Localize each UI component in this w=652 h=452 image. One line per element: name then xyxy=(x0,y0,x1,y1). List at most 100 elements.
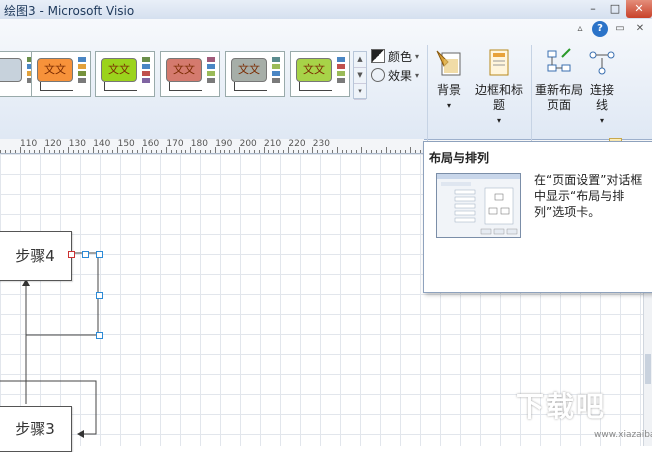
background-button[interactable]: 背景 ▾ xyxy=(433,47,465,113)
window-title: 绘图3 - Microsoft Visio xyxy=(4,4,135,18)
ruler-tick xyxy=(258,150,260,153)
ruler-tick xyxy=(307,150,309,153)
relayout-icon xyxy=(547,48,571,72)
relayout-page-button[interactable]: 重新布局 页面 xyxy=(535,47,583,113)
chevron-down-icon: ▾ xyxy=(496,116,501,125)
close-document-icon[interactable]: ✕ xyxy=(632,21,648,37)
minimize-ribbon-icon[interactable]: ▵ xyxy=(572,21,588,37)
ruler-tick xyxy=(78,150,80,153)
ruler-tick xyxy=(43,147,45,153)
theme-tile-6[interactable]: 文文 xyxy=(290,51,350,97)
gallery-down-icon[interactable]: ▼ xyxy=(354,68,366,84)
ruler-tick xyxy=(414,150,416,153)
ruler-label: 170 xyxy=(166,139,184,149)
chevron-down-icon: ▾ xyxy=(599,116,604,125)
ruler-label: 160 xyxy=(142,139,160,149)
ruler-tick xyxy=(239,147,241,153)
restore-button[interactable]: □ xyxy=(604,0,626,18)
minimize-button[interactable]: – xyxy=(582,0,604,18)
borders-titles-icon xyxy=(489,49,509,76)
gallery-up-icon[interactable]: ▲ xyxy=(354,52,366,68)
close-button[interactable]: ✕ xyxy=(626,0,652,18)
ruler-tick xyxy=(317,150,319,153)
ruler-tick xyxy=(351,150,353,153)
ruler-label: 120 xyxy=(44,139,62,149)
ruler-tick xyxy=(92,147,94,153)
title-bar: 绘图3 - Microsoft Visio – □ ✕ xyxy=(0,0,652,20)
theme-swatch: 文文 xyxy=(166,58,202,82)
ruler-tick xyxy=(53,150,55,153)
scroll-thumb[interactable] xyxy=(645,354,651,384)
theme-tile-3[interactable]: 文文 xyxy=(95,51,155,97)
ruler-tick xyxy=(126,150,128,153)
ruler-tick xyxy=(122,150,123,153)
selection-handle[interactable] xyxy=(68,251,75,258)
ruler-tick xyxy=(0,150,1,153)
group-separator xyxy=(427,45,428,149)
ruler-tick xyxy=(356,150,358,153)
selection-handle[interactable] xyxy=(82,251,89,258)
shape-label: 步骤4 xyxy=(15,247,55,265)
effects-button[interactable]: 效果 ▾ xyxy=(371,67,419,83)
theme-tile-5[interactable]: 文文 xyxy=(225,51,285,97)
ribbon: 文文 文文 文文 文文 文文 ▲ ▼ ▾ 颜色 ▾ 效果 ▾ 背景 ▾ 边框和标… xyxy=(0,19,652,154)
chevron-down-icon: ▾ xyxy=(415,70,420,80)
ruler-label: 190 xyxy=(215,139,233,149)
restore-window-icon[interactable]: ▭ xyxy=(612,21,628,37)
ruler-tick xyxy=(336,147,338,153)
ruler-label: 220 xyxy=(288,139,306,149)
ruler-tick xyxy=(283,150,285,153)
group-separator xyxy=(531,45,532,149)
selection-handle[interactable] xyxy=(96,332,103,339)
ruler-tick xyxy=(24,150,26,153)
ruler-tick xyxy=(63,150,65,153)
ruler-tick xyxy=(204,150,206,153)
colors-label: 颜色 xyxy=(388,49,413,64)
ruler-tick xyxy=(29,150,31,153)
ruler-tick xyxy=(58,150,60,153)
connector-icon xyxy=(589,51,615,75)
ruler-label: 210 xyxy=(264,139,282,149)
theme-tile-2[interactable]: 文文 xyxy=(31,51,91,97)
ruler-tick xyxy=(409,147,411,153)
ruler-tick xyxy=(224,150,226,153)
ruler-tick xyxy=(9,150,11,153)
ruler-tick xyxy=(273,150,275,153)
process-shape-step4[interactable]: 步骤4 xyxy=(0,231,72,281)
ruler-tick xyxy=(156,150,158,153)
help-icon[interactable]: ? xyxy=(592,21,608,37)
ruler-tick xyxy=(39,150,41,153)
ruler-tick xyxy=(326,150,328,153)
ruler-label: 230 xyxy=(312,139,330,149)
selection-handle[interactable] xyxy=(96,292,103,299)
screen-tip: 布局与排列 在“页面设置”对话框中显示“布局与排列”选项卡。 xyxy=(423,141,652,293)
theme-tile-4[interactable]: 文文 xyxy=(160,51,220,97)
theme-swatch: 文文 xyxy=(231,58,267,82)
ruler-tick xyxy=(297,150,299,153)
ruler-tick xyxy=(48,150,50,153)
ruler-tick xyxy=(107,150,109,153)
ruler-tick xyxy=(214,147,216,153)
ruler-label: 200 xyxy=(239,139,257,149)
borders-titles-button[interactable]: 边框和标题 ▾ xyxy=(470,47,528,128)
shape-label: 步骤3 xyxy=(15,420,55,438)
ruler-tick xyxy=(209,150,211,153)
ruler-tick xyxy=(185,150,187,153)
ruler-tick xyxy=(400,150,402,153)
selection-handle[interactable] xyxy=(96,251,103,258)
ruler-tick xyxy=(248,150,250,153)
relayout-label-2: 页面 xyxy=(546,98,571,112)
gallery-more-icon[interactable]: ▾ xyxy=(354,84,366,100)
ruler-tick xyxy=(375,150,377,153)
ruler-tick xyxy=(346,150,348,153)
process-shape-step3[interactable]: 步骤3 xyxy=(0,406,72,452)
ruler-tick xyxy=(385,147,387,153)
ruler-tick xyxy=(395,150,397,153)
colors-button[interactable]: 颜色 ▾ xyxy=(371,48,419,64)
gallery-scroll[interactable]: ▲ ▼ ▾ xyxy=(353,51,367,100)
ruler-tick xyxy=(263,147,265,153)
relayout-label-1: 重新布局 xyxy=(535,83,584,97)
connectors-button[interactable]: 连接线 ▾ xyxy=(585,47,619,128)
ruler-tick xyxy=(131,150,133,153)
ruler-tick xyxy=(195,150,197,153)
